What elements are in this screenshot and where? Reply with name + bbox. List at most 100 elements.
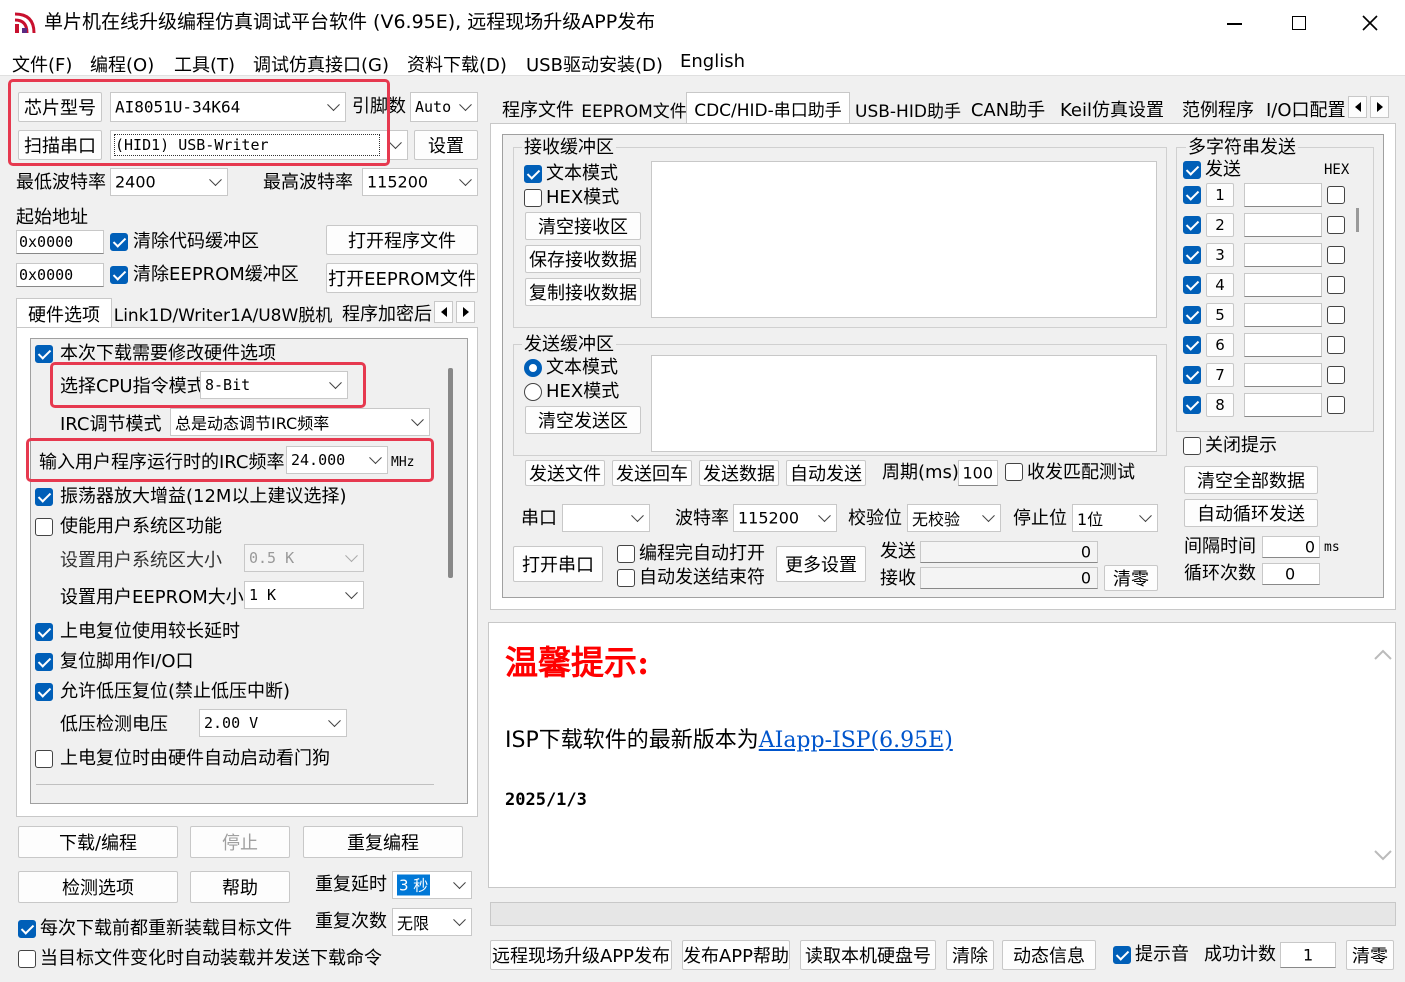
multi-row-input[interactable] [1244,363,1322,387]
send-file-button[interactable]: 发送文件 [525,460,605,486]
more-settings-button[interactable]: 更多设置 [776,546,866,582]
open-port-button[interactable]: 打开串口 [513,546,603,582]
reset-count-button[interactable]: 清零 [1346,940,1394,970]
multi-row-send-button[interactable]: 5 [1206,303,1234,327]
open-program-button[interactable]: 打开程序文件 [326,225,478,255]
tab-scroll-right[interactable] [456,301,475,323]
tab-eeprom-file[interactable]: EEPROM文件 [581,94,687,124]
clear-code-checkbox[interactable] [110,233,128,251]
long-delay-checkbox[interactable] [35,623,53,641]
menu-downloads[interactable]: 资料下载(D) [407,51,507,77]
menu-debug-interface[interactable]: 调试仿真接口(G) [253,51,389,77]
clear-counts-button[interactable]: 清零 [1104,565,1158,591]
irc-freq-select[interactable]: 24.000 [286,446,388,474]
copy-receive-button[interactable]: 复制接收数据 [525,278,641,306]
receive-textarea[interactable] [651,161,1157,318]
multi-row-checkbox[interactable] [1183,366,1201,384]
tab-can[interactable]: CAN助手 [966,94,1050,124]
menu-english[interactable]: English [680,51,745,72]
lvd-select[interactable]: 2.00 V [199,709,347,737]
multi-row-input[interactable] [1244,393,1322,417]
multi-row-checkbox[interactable] [1183,276,1201,294]
sys-size-select[interactable]: 0.5 K [244,544,364,572]
auto-send-button[interactable]: 自动发送 [786,460,866,486]
multi-row-input[interactable] [1244,243,1322,267]
lvr-checkbox[interactable] [35,683,53,701]
tab-examples[interactable]: 范例程序 [1174,94,1262,124]
send-textarea[interactable] [651,355,1157,452]
maximize-button[interactable] [1275,8,1325,38]
send-return-button[interactable]: 发送回车 [612,460,692,486]
auto-open-checkbox[interactable] [617,545,635,563]
baud-select[interactable]: 115200 [733,504,837,532]
reload-checkbox[interactable] [18,920,36,938]
reprogram-button[interactable]: 重复编程 [303,826,463,858]
loop-count-field[interactable]: 0 [1262,563,1320,585]
remote-app-publish-button[interactable]: 远程现场升级APP发布 [490,940,672,970]
multi-row-hex-checkbox[interactable] [1327,336,1345,354]
recv-hex-mode-checkbox[interactable] [524,189,542,207]
menu-program[interactable]: 编程(O) [90,51,154,77]
reset-io-checkbox[interactable] [35,653,53,671]
multi-row-checkbox[interactable] [1183,396,1201,414]
tab-usb-hid[interactable]: USB-HID助手 [852,94,964,124]
clear-button[interactable]: 清除 [946,940,994,970]
tab-encryption[interactable]: 程序加密后 [334,298,434,328]
auto-end-checkbox[interactable] [617,569,635,587]
modify-hw-checkbox[interactable] [35,345,53,363]
multi-scrollbar[interactable] [1356,208,1359,232]
multi-row-checkbox[interactable] [1183,216,1201,234]
menu-file[interactable]: 文件(F) [12,51,72,77]
recv-text-mode-checkbox[interactable] [524,165,542,183]
chip-model-button[interactable]: 芯片型号 [18,92,102,122]
multi-row-checkbox[interactable] [1183,186,1201,204]
min-baud-select[interactable]: 2400 [110,168,228,196]
clear-eeprom-checkbox[interactable] [110,266,128,284]
multi-row-send-button[interactable]: 7 [1206,363,1234,387]
tab-scroll-right[interactable] [1370,96,1389,118]
clear-send-button[interactable]: 清空发送区 [525,406,641,434]
multi-row-input[interactable] [1244,273,1322,297]
help-button[interactable]: 帮助 [190,871,290,903]
repeat-count-select[interactable]: 无限 [392,908,472,936]
version-link[interactable]: AIapp-ISP(6.95E) [759,728,953,753]
port-select[interactable]: (HID1) USB-Writer [110,130,408,160]
tab-scroll-left[interactable] [1348,96,1367,118]
scan-port-button[interactable]: 扫描串口 [18,130,102,160]
app-help-button[interactable]: 发布APP帮助 [682,940,790,970]
wdt-checkbox[interactable] [35,750,53,768]
code-address-field[interactable]: 0x0000 [16,230,104,254]
tab-scroll-left[interactable] [434,301,453,323]
osc-gain-checkbox[interactable] [35,488,53,506]
tab-hardware-options[interactable]: 硬件选项 [16,298,112,328]
multi-send-checkbox[interactable] [1183,161,1201,179]
stop-button[interactable]: 停止 [190,826,290,858]
eeprom-address-field[interactable]: 0x0000 [16,263,104,287]
match-test-checkbox[interactable] [1005,463,1023,481]
chevron-up-icon[interactable] [1374,649,1392,661]
stop-bits-select[interactable]: 1位 [1072,504,1158,532]
hardware-scrollbar[interactable] [448,368,453,578]
multi-row-checkbox[interactable] [1183,306,1201,324]
interval-field[interactable]: 0 [1262,536,1320,558]
dynamic-info-button[interactable]: 动态信息 [1002,940,1096,970]
repeat-delay-select[interactable]: 3 秒 [392,871,472,899]
multi-row-hex-checkbox[interactable] [1327,216,1345,234]
chevron-down-icon[interactable] [1374,849,1392,861]
irc-mode-select[interactable]: 总是动态调节IRC频率 [170,408,430,436]
auto-reload-checkbox[interactable] [18,950,36,968]
multi-row-checkbox[interactable] [1183,246,1201,264]
multi-row-send-button[interactable]: 1 [1206,183,1234,207]
pins-select[interactable]: Auto [410,92,478,122]
save-receive-button[interactable]: 保存接收数据 [525,245,641,273]
beep-checkbox[interactable] [1113,946,1131,964]
multi-row-hex-checkbox[interactable] [1327,186,1345,204]
multi-row-checkbox[interactable] [1183,336,1201,354]
parity-select[interactable]: 无校验 [907,504,1001,532]
port-settings-button[interactable]: 设置 [414,130,478,160]
multi-row-input[interactable] [1244,333,1322,357]
close-button[interactable] [1345,8,1395,38]
detect-options-button[interactable]: 检测选项 [18,871,178,903]
multi-row-input[interactable] [1244,213,1322,237]
multi-row-input[interactable] [1244,183,1322,207]
